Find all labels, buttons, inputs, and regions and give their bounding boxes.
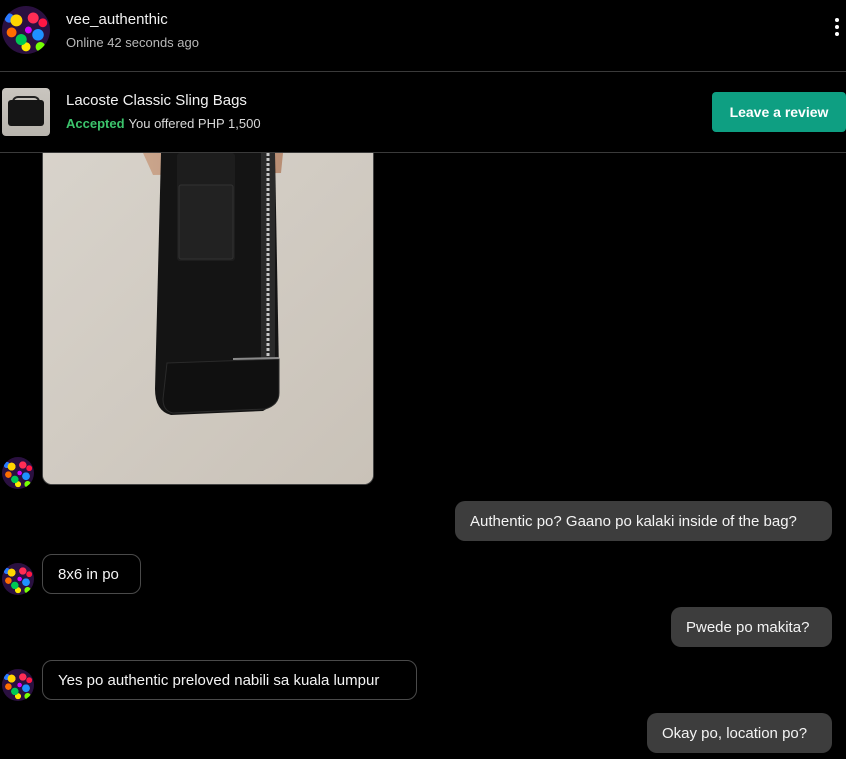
seller-avatar[interactable] <box>2 563 34 595</box>
accepted-badge: Accepted <box>66 116 125 131</box>
chat-header: vee_authenthic Online 42 seconds ago <box>0 0 846 72</box>
more-vertical-icon[interactable] <box>830 18 844 42</box>
message-outgoing: Okay po, location po? <box>647 713 832 753</box>
offer-text: You offered PHP 1,500 <box>128 116 261 131</box>
message-outgoing: Pwede po makita? <box>671 607 832 647</box>
seller-avatar[interactable] <box>2 457 34 489</box>
user-avatar[interactable] <box>2 6 50 54</box>
message-image[interactable] <box>42 153 374 485</box>
listing-title[interactable]: Lacoste Classic Sling Bags <box>66 92 247 109</box>
offer-status: Accepted You offered PHP 1,500 <box>66 116 261 131</box>
chat-page: vee_authenthic Online 42 seconds ago Lac… <box>0 0 846 759</box>
message-outgoing: Authentic po? Gaano po kalaki inside of … <box>455 501 832 541</box>
bag-photo <box>43 153 373 484</box>
message-incoming: Yes po authentic preloved nabili sa kual… <box>42 660 417 700</box>
listing-bar: Lacoste Classic Sling Bags Accepted You o… <box>0 72 846 153</box>
online-status: Online 42 seconds ago <box>66 35 199 50</box>
leave-review-button[interactable]: Leave a review <box>712 92 846 132</box>
message-incoming: 8x6 in po <box>42 554 141 594</box>
listing-thumbnail[interactable] <box>2 88 50 136</box>
seller-avatar[interactable] <box>2 669 34 701</box>
username[interactable]: vee_authenthic <box>66 11 168 28</box>
